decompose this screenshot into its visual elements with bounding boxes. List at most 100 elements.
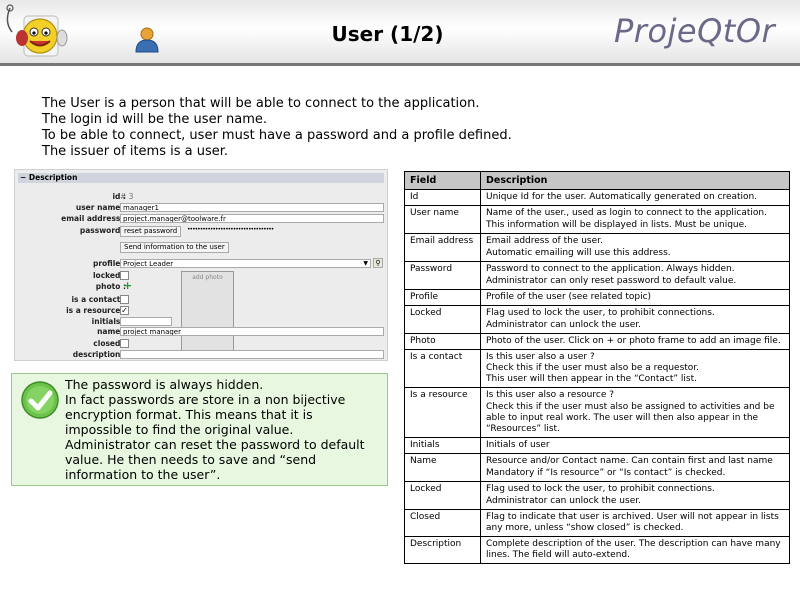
email-field[interactable]: project.manager@toolware.fr	[120, 214, 384, 223]
table-row: Id Unique Id for the user. Automatically …	[404, 189, 790, 206]
description-cell: Flag used to lock the user, to prohibit …	[480, 481, 790, 510]
table-row: Email address Email address of the user. A…	[404, 233, 790, 262]
table-row: Name Resource and/or Contact name. Can co…	[404, 453, 790, 482]
field-cell: Password	[404, 261, 481, 290]
description-line: Photo of the user. Click on + or photo f…	[486, 336, 781, 346]
description-line: Complete description of the user. The de…	[486, 539, 781, 560]
description-line: Password to connect to the application. …	[486, 264, 735, 274]
description-line: Profile of the user (see related topic)	[486, 292, 652, 302]
intro-line: The User is a person that will be able t…	[42, 96, 480, 111]
user-name-field[interactable]: manager1	[120, 203, 384, 212]
table-row: Initials Initials of user	[404, 437, 790, 454]
add-photo-label: add photo	[192, 274, 223, 281]
note-line: The password is always hidden.	[65, 377, 264, 392]
field-cell: Name	[404, 453, 481, 482]
description-line: Flag used to lock the user, to prohibit …	[486, 308, 715, 318]
field-cell: User name	[404, 205, 481, 234]
form-section-title[interactable]: − Description	[18, 173, 384, 183]
id-value: # 3	[120, 192, 134, 201]
table-row: Locked Flag used to lock the user, to pro…	[404, 481, 790, 510]
user-icon	[135, 27, 159, 53]
password-note: The password is always hidden. In fact p…	[11, 373, 388, 486]
plus-icon[interactable]: +	[123, 280, 132, 291]
description-cell: Profile of the user (see related topic)	[480, 289, 790, 306]
header-bar: User (1/2) ProjeQtOr	[0, 0, 800, 66]
field-cell: Locked	[404, 305, 481, 334]
description-line: Flag used to lock the user, to prohibit …	[486, 484, 715, 494]
table-row: Is a contact Is this user also a user ? Ch…	[404, 349, 790, 388]
label-email: email address :	[61, 214, 126, 223]
field-cell: Closed	[404, 509, 481, 537]
field-cell: Id	[404, 189, 481, 206]
initials-field[interactable]	[120, 317, 172, 326]
name-field[interactable]: project manager	[120, 327, 384, 336]
check-icon	[21, 381, 59, 419]
note-line: Administrator can reset the password to …	[65, 437, 365, 482]
intro-line: The login id will be the user name.	[42, 112, 268, 127]
description-field[interactable]	[120, 350, 384, 359]
field-cell: Initials	[404, 437, 481, 454]
label-user-name: user name :	[75, 203, 126, 212]
description-line: Administrator can only reset password to…	[486, 276, 737, 286]
description-line: Automatic emailing will use this address…	[486, 248, 671, 258]
column-header-description: Description	[480, 171, 790, 190]
is-resource-checkbox[interactable]: ✓	[120, 306, 129, 315]
table-row: Photo Photo of the user. Click on + or ph…	[404, 333, 790, 350]
search-icon[interactable]: ⚲	[373, 258, 383, 268]
description-cell: Complete description of the user. The de…	[480, 536, 790, 564]
description-cell: Photo of the user. Click on + or photo f…	[480, 333, 790, 350]
intro-line: To be able to connect, user must have a …	[42, 128, 512, 143]
table-row: User name Name of the user., used as logi…	[404, 205, 790, 234]
table-row: Locked Flag used to lock the user, to pro…	[404, 305, 790, 334]
profile-value: Project Leader	[123, 260, 174, 268]
table-row: Password Password to connect to the appli…	[404, 261, 790, 290]
profile-select[interactable]: Project Leader ▼	[120, 259, 371, 268]
description-cell: Unique Id for the user. Automatically ge…	[480, 189, 790, 206]
label-is-contact: is a contact :	[71, 295, 126, 304]
intro-text: The User is a person that will be able t…	[42, 96, 512, 160]
description-cell: Flag to indicate that user is archived. …	[480, 509, 790, 537]
is-contact-checkbox[interactable]	[120, 295, 129, 304]
note-text: The password is always hidden. In fact p…	[65, 377, 383, 482]
table-row: Closed Flag to indicate that user is arch…	[404, 509, 790, 537]
description-line: Name of the user., used as login to conn…	[486, 208, 767, 218]
field-description-table: Field Description Id Unique Id for the us…	[404, 171, 790, 564]
description-line: Administrator can unlock the user.	[486, 496, 641, 506]
description-line: Administrator can unlock the user.	[486, 320, 641, 330]
description-cell: Flag used to lock the user, to prohibit …	[480, 305, 790, 334]
collapse-icon[interactable]: −	[20, 173, 29, 182]
description-cell: Resource and/or Contact name. Can contai…	[480, 453, 790, 482]
table-header-row: Field Description	[404, 171, 790, 190]
description-line: Is this user also a resource ?	[486, 390, 614, 400]
photo-frame[interactable]: add photo	[181, 271, 234, 353]
table-row: Is a resource Is this user also a resourc…	[404, 387, 790, 438]
description-line: Resource and/or Contact name. Can contai…	[486, 456, 773, 466]
field-cell: Photo	[404, 333, 481, 350]
table-row: Description Complete description of the u…	[404, 536, 790, 564]
reset-password-button[interactable]: reset password	[120, 226, 182, 237]
field-cell: Locked	[404, 481, 481, 510]
form-section-label: Description	[28, 173, 78, 182]
chevron-down-icon[interactable]: ▼	[363, 260, 368, 267]
description-cell: Initials of user	[480, 437, 790, 454]
description-cell: Password to connect to the application. …	[480, 261, 790, 290]
send-information-button[interactable]: Send information to the user	[120, 242, 229, 253]
closed-checkbox[interactable]	[120, 339, 129, 348]
description-cell: Email address of the user. Automatic emai…	[480, 233, 790, 262]
field-cell: Is a resource	[404, 387, 481, 438]
mascot-logo-icon	[6, 4, 68, 57]
description-line: Flag to indicate that user is archived. …	[486, 512, 779, 533]
field-cell: Is a contact	[404, 349, 481, 388]
brand-logo-text: ProjeQtOr	[614, 12, 776, 50]
description-line: Unique Id for the user. Automatically ge…	[486, 192, 758, 202]
description-line: Check this if the user must also be assi…	[486, 402, 775, 434]
page-title: User (1/2)	[331, 22, 444, 46]
field-cell: Profile	[404, 289, 481, 306]
description-line: Mandatory if “Is resource” or “Is contac…	[486, 468, 726, 478]
description-line: Is this user also a user ?	[486, 352, 595, 362]
description-cell: Name of the user., used as login to conn…	[480, 205, 790, 234]
description-cell: Is this user also a user ? Check this if …	[480, 349, 790, 388]
description-line: Initials of user	[486, 440, 550, 450]
label-description: description :	[72, 350, 126, 359]
description-line: Email address of the user.	[486, 236, 603, 246]
